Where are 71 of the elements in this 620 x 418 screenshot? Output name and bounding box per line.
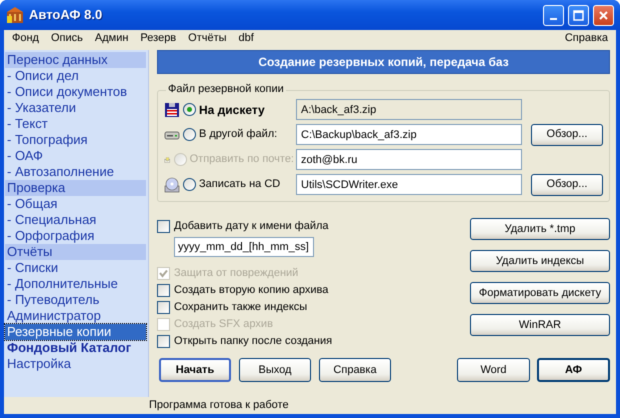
checkbox-label: Открыть папку после создания <box>174 335 332 348</box>
path-field[interactable]: C:\Backup\back_af3.zip <box>296 124 522 146</box>
app-icon <box>6 6 24 24</box>
date-format-field[interactable]: yyyy_mm_dd_[hh_mm_ss] <box>174 237 314 258</box>
cd-drive-icon <box>164 176 180 193</box>
menu-item[interactable]: Опись <box>44 32 89 46</box>
checkbox-label: Создать вторую копию архива <box>174 284 328 298</box>
menu-item[interactable]: Админ <box>88 32 134 46</box>
group-title: Файл резервной копии <box>166 83 286 97</box>
checkbox-label: Добавить дату к имени файла <box>174 220 328 234</box>
sidebar-item[interactable]: - Описи документов <box>5 84 146 100</box>
sidebar-item[interactable]: - Автозаполнение <box>5 164 146 180</box>
sidebar-header[interactable]: Проверка <box>5 180 146 196</box>
radio-button[interactable] <box>183 178 196 192</box>
sidebar-item[interactable]: Настройка <box>5 356 146 372</box>
menu-item[interactable]: Отчёты <box>182 32 233 46</box>
checkbox-label: Сохранить также индексы <box>174 301 308 314</box>
option-label: Отправить по почте: <box>190 153 294 166</box>
browse-button[interactable]: Обзор... <box>531 124 603 146</box>
checkbox[interactable] <box>157 220 170 234</box>
close-button[interactable] <box>593 4 614 26</box>
sidebar-item[interactable]: - Специальная <box>5 212 146 228</box>
sidebar-item[interactable]: - Общая <box>5 196 146 212</box>
checkbox-label: Защита от повреждений <box>174 267 298 280</box>
action-button[interactable]: Удалить индексы <box>470 250 610 272</box>
action-button[interactable]: Справка <box>319 358 391 382</box>
menu-item[interactable]: Фонд <box>6 32 45 46</box>
sidebar-header[interactable]: Перенос данных <box>5 52 146 68</box>
maximize-icon <box>573 10 584 20</box>
path-field[interactable]: A:\back_af3.zip <box>296 99 522 120</box>
checkbox-label: Создать SFX архив <box>174 318 273 332</box>
sidebar-item[interactable]: - Топография <box>5 132 146 148</box>
minimize-icon <box>550 18 557 20</box>
checkbox[interactable] <box>157 301 170 314</box>
option-label: Записать на CD <box>199 178 280 192</box>
radio-button[interactable] <box>183 103 196 116</box>
checkbox[interactable] <box>157 284 170 298</box>
action-button[interactable]: Форматировать дискету <box>470 282 610 304</box>
sidebar-item[interactable]: - Дополнительные <box>5 276 146 292</box>
menu-item[interactable]: Резерв <box>134 32 182 46</box>
window-title: АвтоАФ 8.0 <box>29 7 102 23</box>
menu-item[interactable]: Справка <box>558 32 614 46</box>
sidebar-item[interactable]: Резервные копии <box>5 324 146 340</box>
path-field[interactable]: Utils\SCDWriter.exe <box>296 174 522 196</box>
close-icon <box>598 10 609 20</box>
sidebar-item[interactable]: Администратор <box>5 308 146 324</box>
panel-header: Создание резервных копий, передача баз <box>157 50 610 74</box>
sidebar-item[interactable]: - Описи дел <box>5 68 146 84</box>
radio-button[interactable] <box>183 128 196 142</box>
action-button[interactable]: Удалить *.tmp <box>470 218 610 240</box>
sidebar-header[interactable]: Отчёты <box>5 244 146 260</box>
maximize-button[interactable] <box>568 4 589 26</box>
action-button[interactable]: Выход <box>239 358 311 382</box>
sidebar-item[interactable]: - ОАФ <box>5 148 146 164</box>
sidebar-item[interactable]: - Орфография <box>5 228 146 244</box>
sidebar-item[interactable]: - Указатели <box>5 100 146 116</box>
option-label: В другой файл: <box>199 128 278 142</box>
browse-button[interactable]: Обзор... <box>531 174 603 196</box>
sidebar-item[interactable]: - Текст <box>5 116 146 132</box>
sidebar-item[interactable]: - Путеводитель <box>5 292 146 308</box>
sidebar-item[interactable]: Фондовый Каталог <box>5 340 146 356</box>
action-button[interactable]: Word <box>457 358 530 382</box>
checkbox[interactable] <box>157 335 170 348</box>
sidebar-item[interactable]: - Списки <box>5 260 146 276</box>
menu-item[interactable]: dbf <box>232 32 260 46</box>
status-text: Программа готова к работе <box>149 398 289 412</box>
option-label: На дискету <box>199 102 265 118</box>
minimize-button[interactable] <box>543 4 564 26</box>
action-button[interactable]: АФ <box>537 358 610 382</box>
action-button[interactable]: WinRAR <box>470 314 610 336</box>
action-button[interactable]: Начать <box>159 358 231 382</box>
